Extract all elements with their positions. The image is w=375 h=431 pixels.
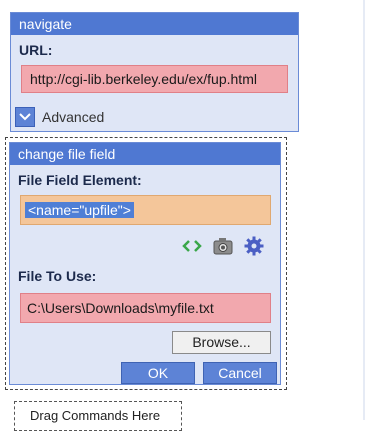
- file-path-input[interactable]: C:\Users\Downloads\myfile.txt: [20, 293, 271, 323]
- chevron-down-icon: [19, 113, 31, 121]
- change-file-field-title[interactable]: change file field: [10, 143, 280, 165]
- change-file-field-panel: change file field File Field Element: <n…: [9, 142, 281, 385]
- camera-icon[interactable]: [213, 236, 233, 256]
- navigate-panel: navigate URL: http://cgi-lib.berkeley.ed…: [10, 12, 299, 132]
- page-edge: [363, 0, 365, 420]
- advanced-toggle-button[interactable]: [15, 107, 35, 127]
- advanced-label[interactable]: Advanced: [42, 109, 104, 125]
- code-brackets-icon[interactable]: [182, 236, 202, 256]
- browse-button[interactable]: Browse...: [172, 331, 271, 354]
- file-field-element-value: <name="upfile">: [25, 202, 134, 218]
- navigate-title[interactable]: navigate: [11, 13, 298, 35]
- url-input[interactable]: http://cgi-lib.berkeley.edu/ex/fup.html: [21, 65, 288, 93]
- url-label: URL:: [19, 42, 53, 58]
- file-field-element-input[interactable]: <name="upfile">: [20, 195, 271, 225]
- file-field-element-label: File Field Element:: [18, 172, 142, 188]
- ok-button[interactable]: OK: [121, 362, 195, 384]
- file-to-use-label: File To Use:: [18, 268, 97, 284]
- gear-icon[interactable]: [244, 236, 264, 256]
- drag-commands-drop-zone[interactable]: Drag Commands Here: [14, 401, 182, 431]
- cancel-button[interactable]: Cancel: [203, 362, 277, 384]
